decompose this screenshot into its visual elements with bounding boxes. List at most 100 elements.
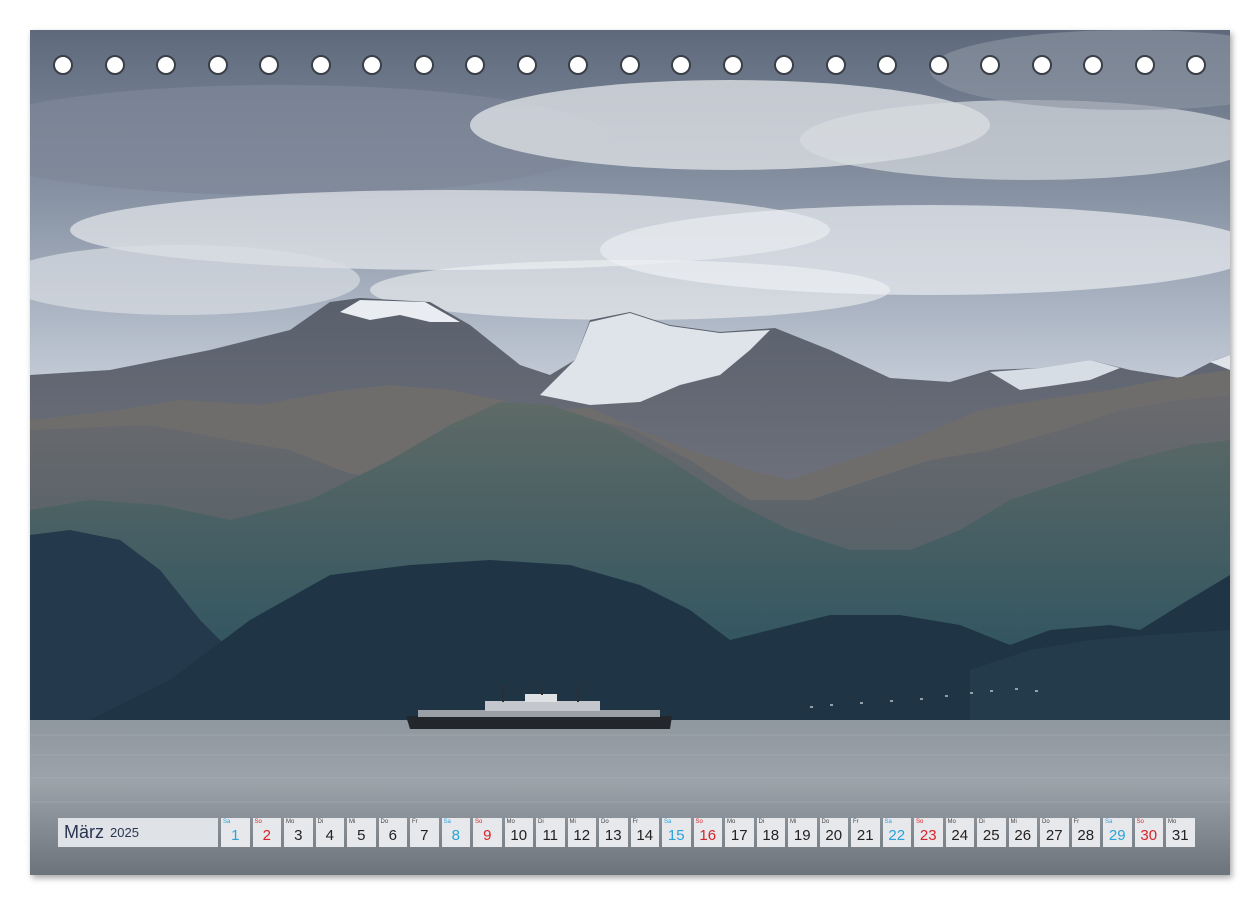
day-number: 15 bbox=[667, 827, 685, 844]
binding-hole bbox=[722, 55, 743, 75]
month-name: März bbox=[64, 822, 104, 842]
day-number: 13 bbox=[604, 827, 622, 844]
day-cell: Sa 8 bbox=[441, 818, 470, 847]
day-number: 16 bbox=[699, 827, 717, 844]
day-number: 2 bbox=[262, 827, 271, 844]
weekday-label: Mo bbox=[1168, 819, 1177, 825]
day-number: 25 bbox=[982, 827, 1000, 844]
day-number: 5 bbox=[357, 827, 366, 844]
day-number: 30 bbox=[1140, 827, 1158, 844]
weekday-label: Sa bbox=[443, 819, 451, 825]
day-cell: Mo 24 bbox=[945, 818, 974, 847]
day-number: 21 bbox=[856, 827, 874, 844]
weekday-label: Mo bbox=[506, 819, 515, 825]
day-cell: So 9 bbox=[473, 818, 502, 847]
day-cell: Mo 31 bbox=[1166, 818, 1195, 847]
binding-hole bbox=[877, 55, 897, 75]
day-cell: Mo 10 bbox=[504, 818, 533, 847]
day-number: 22 bbox=[888, 827, 906, 844]
day-cell: Do 6 bbox=[378, 818, 407, 847]
day-cell: Fr 21 bbox=[851, 818, 880, 847]
binding-hole bbox=[928, 55, 949, 75]
day-cell: Sa 29 bbox=[1103, 818, 1132, 847]
weekday-label: Mo bbox=[947, 819, 956, 825]
day-cell: So 23 bbox=[914, 818, 943, 847]
binding-hole bbox=[1031, 55, 1052, 75]
binding-hole bbox=[362, 55, 382, 75]
weekday-label: Fr bbox=[853, 819, 859, 825]
day-number: 10 bbox=[510, 827, 528, 844]
day-number: 1 bbox=[231, 827, 240, 844]
day-cell: Fr 28 bbox=[1071, 818, 1100, 847]
day-number: 23 bbox=[919, 827, 937, 844]
day-number: 26 bbox=[1014, 827, 1032, 844]
day-cell: Di 11 bbox=[536, 818, 565, 847]
day-cell: Fr 7 bbox=[410, 818, 439, 847]
binding-hole bbox=[465, 55, 485, 75]
weekday-label: Sa bbox=[664, 819, 672, 825]
month-year: 2025 bbox=[110, 825, 139, 840]
day-cell: Mi 12 bbox=[567, 818, 596, 847]
weekday-label: So bbox=[254, 819, 262, 825]
day-cell: Mi 5 bbox=[347, 818, 376, 847]
binding-hole bbox=[310, 55, 331, 75]
weekday-label: Sa bbox=[223, 819, 231, 825]
day-number: 8 bbox=[451, 827, 460, 844]
binding-hole bbox=[104, 55, 125, 75]
day-cell: Mo 3 bbox=[284, 818, 313, 847]
day-number: 19 bbox=[793, 827, 811, 844]
day-cell: Di 4 bbox=[315, 818, 344, 847]
day-number: 18 bbox=[762, 827, 780, 844]
binding-hole bbox=[413, 55, 434, 75]
weekday-label: Fr bbox=[412, 819, 418, 825]
weekday-label: Di bbox=[979, 819, 985, 825]
binding-hole bbox=[259, 55, 279, 75]
binding-hole bbox=[568, 55, 588, 75]
day-cell: So 2 bbox=[252, 818, 281, 847]
fjord-photo bbox=[30, 30, 1230, 875]
weekday-label: Mo bbox=[727, 819, 736, 825]
weekday-label: Di bbox=[317, 819, 324, 825]
day-number: 3 bbox=[294, 827, 303, 844]
day-number: 12 bbox=[573, 827, 591, 844]
day-cell: So 16 bbox=[693, 818, 722, 847]
day-cell: Di 18 bbox=[756, 818, 785, 847]
day-cell: Do 20 bbox=[819, 818, 848, 847]
day-cell: Mi 26 bbox=[1008, 818, 1037, 847]
day-number: 6 bbox=[388, 827, 397, 844]
weekday-label: So bbox=[916, 819, 924, 825]
weekday-label: Sa bbox=[1105, 819, 1113, 825]
binding-hole bbox=[980, 55, 1000, 75]
day-number: 4 bbox=[325, 827, 334, 844]
weekday-label: Fr bbox=[1073, 819, 1080, 825]
weekday-label: So bbox=[695, 819, 703, 825]
day-number: 17 bbox=[730, 827, 748, 844]
weekday-label: Do bbox=[1042, 819, 1050, 825]
day-cell: Mi 19 bbox=[788, 818, 817, 847]
binding-hole bbox=[516, 55, 537, 75]
weekday-label: Di bbox=[758, 819, 765, 825]
weekday-label: Fr bbox=[632, 819, 639, 825]
day-cell: Di 25 bbox=[977, 818, 1006, 847]
weekday-label: Mi bbox=[1010, 819, 1017, 825]
weekday-label: So bbox=[1136, 819, 1144, 825]
binding-hole bbox=[774, 55, 794, 75]
day-number: 27 bbox=[1045, 827, 1063, 844]
day-cell: Mo 17 bbox=[725, 818, 754, 847]
day-cell: Do 13 bbox=[599, 818, 628, 847]
binding-hole bbox=[1186, 55, 1206, 75]
binding-hole bbox=[53, 55, 73, 75]
day-number: 9 bbox=[483, 827, 492, 844]
calendar-strip: März 2025 Sa 1 So 2 Mo 3 Di 4 Mi 5 Do 6 Fr 7 Sa 8 So 9 Mo 1… bbox=[58, 818, 1195, 847]
weekday-label: Do bbox=[601, 819, 609, 825]
weekday-label: Do bbox=[821, 819, 830, 825]
day-number: 29 bbox=[1108, 827, 1126, 844]
day-cell: Sa 1 bbox=[221, 818, 250, 847]
binding-hole bbox=[156, 55, 176, 75]
day-number: 14 bbox=[636, 827, 654, 844]
day-number: 7 bbox=[420, 827, 429, 844]
binding-hole bbox=[825, 55, 846, 75]
weekday-label: Mi bbox=[790, 819, 797, 825]
day-cells: Sa 1 So 2 Mo 3 Di 4 Mi 5 Do 6 Fr 7 Sa 8 So 9 Mo 10 Di 11 Mi 12 D… bbox=[218, 818, 1195, 847]
day-number: 31 bbox=[1171, 827, 1189, 844]
